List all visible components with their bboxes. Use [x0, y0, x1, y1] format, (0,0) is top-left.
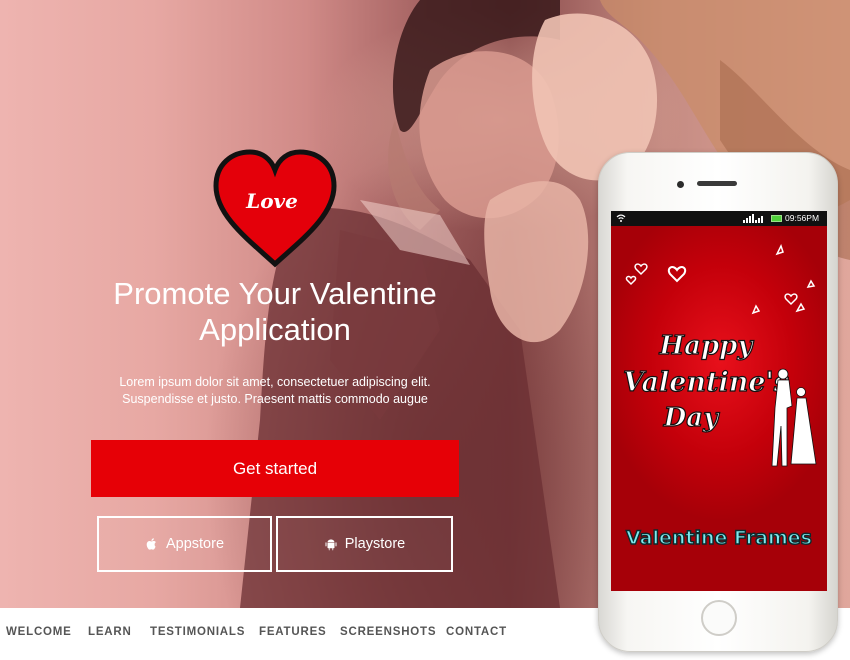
hero-title-line-2: Application — [199, 312, 351, 347]
phone-mockup: 09:56PM Happy Valentine's Day Valentine … — [598, 152, 838, 652]
get-started-button[interactable]: Get started — [91, 440, 459, 497]
hero-description: Lorem ipsum dolor sit amet, consectetuer… — [60, 374, 490, 408]
art-heading-day: Day — [663, 403, 720, 433]
art-heading-valentines: Valentine's — [623, 367, 789, 398]
phone-earpiece — [697, 181, 737, 186]
couple-silhouette-icon — [771, 368, 817, 467]
playstore-label: Playstore — [344, 536, 406, 552]
phone-home-button[interactable] — [701, 600, 737, 636]
art-heading-happy: Happy — [659, 331, 755, 361]
appstore-button[interactable]: Appstore — [97, 516, 272, 572]
nav-item-features[interactable]: FEATURES — [259, 626, 327, 638]
phone-screen: 09:56PM Happy Valentine's Day Valentine … — [611, 211, 827, 591]
signal-icon — [743, 214, 763, 223]
phone-camera — [677, 181, 684, 188]
battery-icon — [771, 215, 782, 222]
android-icon — [324, 537, 338, 551]
apple-icon — [145, 537, 159, 551]
love-badge-text: Love — [245, 189, 298, 213]
wifi-icon — [616, 214, 626, 222]
nav-item-contact[interactable]: CONTACT — [446, 626, 507, 638]
nav-item-screenshots[interactable]: SCREENSHOTS — [340, 626, 436, 638]
status-time: 09:56PM — [785, 213, 820, 223]
nav-item-welcome[interactable]: WELCOME — [6, 626, 72, 638]
valentine-app-artwork: Happy Valentine's Day Valentine Frames — [622, 244, 817, 550]
nav-item-learn[interactable]: LEARN — [88, 626, 132, 638]
hero-title: Promote Your Valentine Application — [60, 276, 490, 348]
playstore-button[interactable]: Playstore — [276, 516, 453, 572]
hero-description-line-1: Lorem ipsum dolor sit amet, consectetuer… — [119, 375, 431, 389]
art-caption: Valentine Frames — [626, 527, 812, 549]
love-heart-icon: Love — [213, 149, 337, 268]
hero-title-line-1: Promote Your Valentine — [113, 276, 437, 311]
appstore-label: Appstore — [165, 536, 225, 552]
hero-description-line-2: Suspendisse et justo. Praesent mattis co… — [122, 392, 428, 406]
status-bar: 09:56PM — [611, 211, 827, 226]
decorative-hearts-icon — [625, 244, 816, 315]
nav-item-testimonials[interactable]: TESTIMONIALS — [150, 626, 245, 638]
